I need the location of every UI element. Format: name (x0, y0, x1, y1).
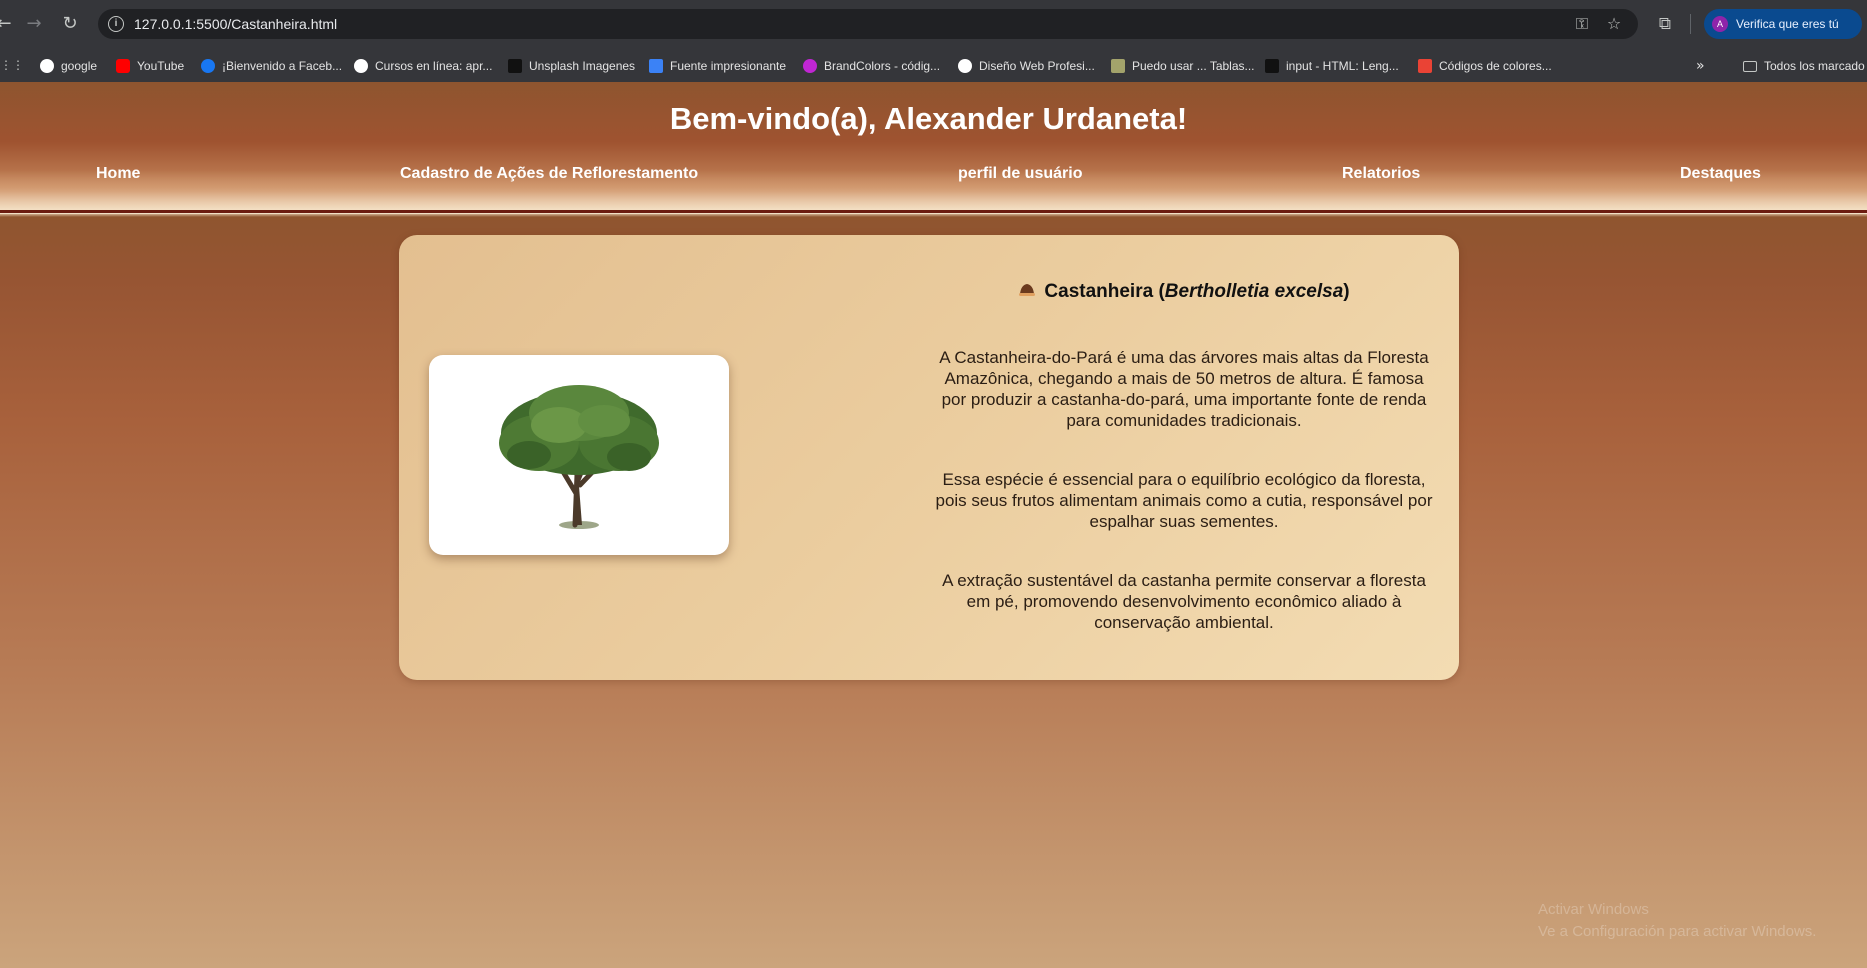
bookmark-fuente[interactable]: Fuente impresionante (649, 57, 786, 75)
description-paragraph-3: A extração sustentável da castanha permi… (942, 571, 1426, 632)
watermark-subtitle: Ve a Configuración para activar Windows. (1538, 923, 1817, 940)
google-icon (40, 59, 54, 73)
nav-relatorios[interactable]: Relatorios (1342, 165, 1420, 183)
nav-cadastro[interactable]: Cadastro de Ações de Reflorestamento (400, 165, 698, 183)
nav-destaques[interactable]: Destaques (1680, 165, 1761, 183)
species-title-prefix: Castanheira ( (1044, 281, 1165, 302)
bookmarks-bar: ⋮⋮ google YouTube ¡Bienvenido a Faceb...… (0, 48, 1867, 82)
site-info-icon[interactable]: i (108, 16, 124, 32)
address-bar[interactable]: i 127.0.0.1:5500/Castanheira.html ⚿ ☆ (98, 9, 1638, 39)
page: Bem-vindo(a), Alexander Urdaneta! Home C… (0, 82, 1867, 968)
youtube-icon (116, 59, 130, 73)
forward-icon[interactable]: → (22, 12, 46, 36)
profile-button[interactable]: A Verifica que eres tú (1704, 9, 1862, 39)
url-text[interactable]: 127.0.0.1:5500/Castanheira.html (134, 16, 337, 32)
species-card: Castanheira (Bertholletia excelsa) A Cas… (399, 235, 1459, 680)
watermark-title: Activar Windows (1538, 901, 1649, 918)
facebook-icon (201, 59, 215, 73)
species-scientific-name: Bertholletia excelsa (1164, 281, 1344, 302)
browser-toolbar: ← → ↻ i 127.0.0.1:5500/Castanheira.html … (0, 0, 1867, 48)
all-bookmarks-folder[interactable]: Todos los marcado (1743, 57, 1865, 75)
nav-home[interactable]: Home (96, 165, 140, 183)
windows-activation-watermark: Activar Windows Ve a Configuración para … (1538, 899, 1816, 943)
browser-chrome: ← → ↻ i 127.0.0.1:5500/Castanheira.html … (0, 0, 1867, 82)
bookmark-star-icon[interactable]: ☆ (1604, 14, 1624, 34)
bookmark-facebook[interactable]: ¡Bienvenido a Faceb... (201, 57, 342, 75)
description-paragraph-2: Essa espécie é essencial para o equilíbr… (935, 470, 1433, 531)
avatar: A (1712, 16, 1728, 32)
more-bookmarks-icon[interactable]: » (1696, 57, 1705, 75)
back-icon[interactable]: ← (0, 12, 16, 36)
nav-divider (0, 210, 1867, 213)
bookmark-caniuse[interactable]: Puedo usar ... Tablas... (1111, 57, 1255, 75)
toolbar-divider (1690, 14, 1691, 34)
reload-icon[interactable]: ↻ (58, 12, 82, 36)
mdn-icon (1265, 59, 1279, 73)
bookmark-cursos[interactable]: Cursos en línea: apr... (354, 57, 492, 75)
bookmark-google[interactable]: google (40, 57, 97, 75)
extensions-icon[interactable]: ⧉ (1653, 12, 1677, 36)
bookmark-youtube[interactable]: YouTube (116, 57, 184, 75)
flag-icon (649, 59, 663, 73)
bookmark-colores[interactable]: Códigos de colores... (1418, 57, 1552, 75)
nav-bar (0, 170, 1867, 214)
password-key-icon[interactable]: ⚿ (1572, 14, 1592, 34)
udemy-icon (354, 59, 368, 73)
profile-label: Verifica que eres tú (1736, 17, 1839, 31)
page-title: Bem-vindo(a), Alexander Urdaneta! (669, 101, 1188, 136)
udemy-icon (958, 59, 972, 73)
brandcolors-icon (803, 59, 817, 73)
species-title-suffix: ) (1343, 281, 1350, 302)
bookmark-unsplash[interactable]: Unsplash Imagenes (508, 57, 635, 75)
tree-image (429, 355, 729, 555)
bookmark-diseno[interactable]: Diseño Web Profesi... (958, 57, 1095, 75)
species-title: Castanheira (Bertholletia excelsa) (934, 281, 1434, 303)
folder-icon (1743, 60, 1757, 72)
apps-grid-icon[interactable]: ⋮⋮ (0, 58, 24, 72)
caniuse-icon (1111, 59, 1125, 73)
chestnut-icon (1019, 283, 1036, 296)
bookmark-mdn[interactable]: input - HTML: Leng... (1265, 57, 1399, 75)
unsplash-icon (508, 59, 522, 73)
species-info: Castanheira (Bertholletia excelsa) A Cas… (934, 281, 1434, 671)
colors-icon (1418, 59, 1432, 73)
tree-illustration (499, 385, 659, 529)
description-paragraph-1: A Castanheira-do-Pará é uma das árvores … (939, 348, 1429, 430)
bookmark-brandcolors[interactable]: BrandColors - códig... (803, 57, 940, 75)
nav-perfil[interactable]: perfil de usuário (958, 165, 1082, 183)
